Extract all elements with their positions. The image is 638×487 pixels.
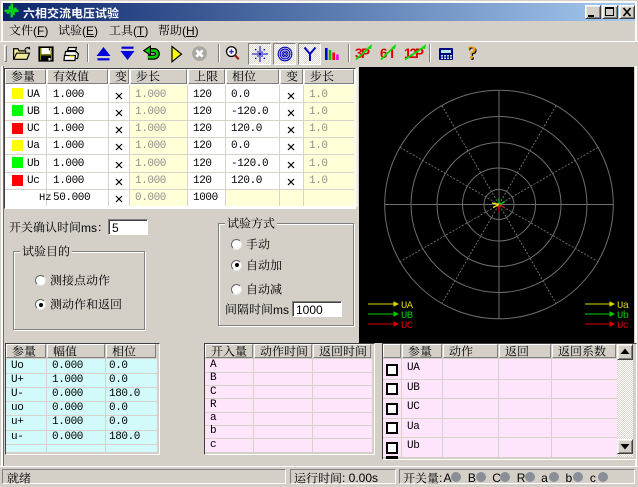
svg-text:UC: UC bbox=[401, 319, 413, 331]
svg-text:Uc: Uc bbox=[617, 319, 629, 331]
svg-text:?: ? bbox=[467, 45, 477, 63]
